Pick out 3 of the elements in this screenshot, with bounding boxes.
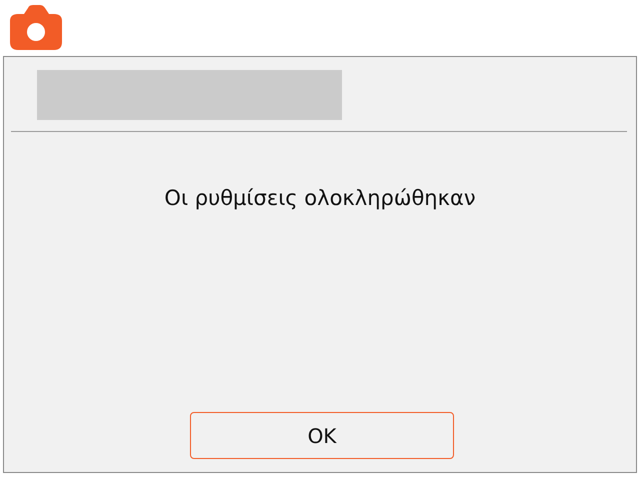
- ok-button[interactable]: OK: [190, 412, 454, 459]
- message-text: Οι ρυθμίσεις ολοκληρώθηκαν: [163, 186, 477, 210]
- camera-icon: [10, 4, 62, 50]
